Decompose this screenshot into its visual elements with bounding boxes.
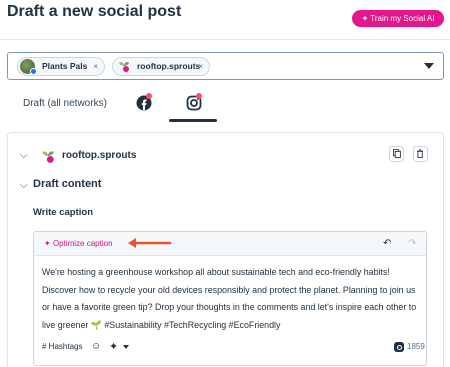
close-icon[interactable]: × — [198, 58, 203, 75]
sprout-logo-icon — [119, 62, 129, 72]
sparkle-icon: ✦ — [361, 14, 369, 23]
redo-icon[interactable]: ↷ — [408, 238, 416, 249]
optimize-caption-button[interactable]: ✦ Optimize caption — [44, 239, 113, 248]
account-chip-plants-pals[interactable]: Plants Pals × — [17, 57, 105, 76]
instagram-icon — [394, 342, 404, 352]
annotation-arrow — [128, 238, 172, 248]
chevron-down-icon[interactable]: ⌵ — [20, 180, 28, 191]
duplicate-button[interactable] — [389, 146, 404, 162]
account-name: rooftop.sprouts — [62, 150, 137, 161]
caption-label: Write caption — [33, 207, 93, 218]
trash-icon — [417, 149, 424, 158]
chevron-down-icon[interactable]: ⌵ — [20, 150, 28, 161]
hashtags-button[interactable]: # Hashtags — [42, 342, 82, 351]
facebook-badge-icon — [30, 68, 37, 75]
caption-text[interactable]: We're hosting a greenhouse workshop all … — [42, 264, 424, 334]
ai-assist-icon[interactable]: ✦ — [109, 340, 118, 353]
chevron-down-icon[interactable] — [123, 345, 129, 349]
error-dot — [196, 93, 202, 99]
sparkle-icon: ✦ — [44, 239, 51, 248]
tab-draft-all-networks[interactable]: Draft (all networks) — [23, 98, 107, 109]
editor-footer: # Hashtags ☺ ✦ 1859 — [42, 340, 425, 356]
train-button-label: Train my Social AI — [370, 14, 435, 23]
emoji-icon[interactable]: ☺ — [91, 341, 101, 352]
error-dot — [146, 93, 152, 99]
character-count: 1859 — [407, 342, 425, 351]
account-chip-rooftop-sprouts[interactable]: rooftop.sprouts × — [112, 57, 210, 76]
copy-icon — [393, 149, 401, 158]
account-select[interactable]: Plants Pals × rooftop.sprouts × — [7, 52, 444, 80]
undo-icon[interactable]: ↶ — [383, 238, 391, 249]
optimize-caption-label: Optimize caption — [52, 239, 113, 248]
active-tab-indicator — [169, 119, 217, 122]
page-title: Draft a new social post — [7, 3, 182, 20]
sprout-logo-icon — [42, 151, 54, 163]
delete-button[interactable] — [413, 146, 428, 162]
section-title: Draft content — [33, 178, 102, 190]
chip-label: Plants Pals — [42, 61, 88, 71]
chevron-down-icon[interactable] — [424, 63, 434, 69]
chip-label: rooftop.sprouts — [137, 61, 201, 71]
page-header: Draft a new social post ✦ Train my Social… — [0, 0, 450, 40]
close-icon[interactable]: × — [93, 58, 98, 75]
train-social-ai-button[interactable]: ✦ Train my Social AI — [352, 10, 444, 27]
